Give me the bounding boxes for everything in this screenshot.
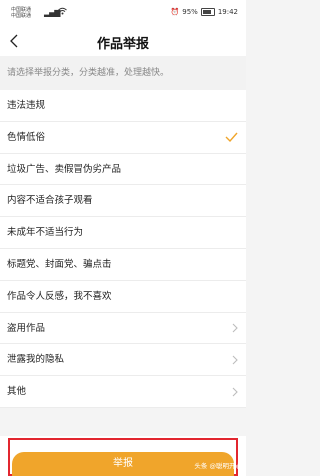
- reason-item[interactable]: 泄露我的隐私: [0, 344, 246, 377]
- reason-label: 违法违规: [7, 100, 46, 111]
- reason-item[interactable]: 内容不适合孩子观看: [0, 185, 246, 218]
- reason-item[interactable]: 违法违规: [0, 90, 246, 122]
- reason-label: 作品令人反感，我不喜欢: [7, 290, 112, 302]
- reason-label: 内容不适合孩子观看: [7, 195, 93, 207]
- reason-label: 垃圾广告、卖假冒伪劣产品: [7, 163, 122, 175]
- nav-bar: 作品举报: [0, 26, 246, 56]
- reason-item[interactable]: 未成年不适当行为: [0, 217, 246, 249]
- reason-item[interactable]: 其他: [0, 376, 246, 408]
- reason-label: 未成年不适当行为: [7, 227, 84, 239]
- reason-label: 色情低俗: [7, 131, 46, 143]
- report-reason-list: 违法违规色情低俗垃圾广告、卖假冒伪劣产品 内容不适合孩子观看 未成年不适当行为标题党…: [0, 90, 246, 408]
- reason-item[interactable]: 垃圾广告、卖假冒伪劣产品: [0, 154, 246, 186]
- status-right: ⏰ 95% 19:42: [171, 8, 238, 16]
- watermark: 头条 @聪明开心: [194, 462, 242, 470]
- reason-label: 泄露我的隐私: [7, 354, 65, 366]
- reason-item[interactable]: 色情低俗: [0, 122, 246, 154]
- carrier-info: 中国联通 中国联通: [11, 7, 31, 19]
- reason-label: 其他: [7, 386, 27, 398]
- reason-item[interactable]: 作品令人反感，我不喜欢: [0, 281, 246, 313]
- page-title: 作品举报: [96, 37, 149, 52]
- checkmark-icon: [225, 122, 238, 153]
- reason-item[interactable]: 盗用作品: [0, 313, 246, 345]
- reason-item[interactable]: 标题党、封面党、骗点击: [0, 249, 246, 281]
- reason-label: 标题党、封面党、骗点击: [7, 258, 112, 270]
- chevron-right-icon: [232, 376, 238, 407]
- clock: 19:42: [217, 8, 238, 16]
- wifi-icon: [58, 7, 67, 17]
- chevron-right-icon: [232, 344, 238, 375]
- reason-label: 盗用作品: [7, 322, 46, 334]
- carrier-2: 中国联通: [11, 13, 32, 19]
- alarm-icon: ⏰: [170, 8, 180, 16]
- battery-level: 95%: [182, 8, 198, 16]
- status-bar: 中国联通 中国联通 ▂▄▆ ⏰ 95% 19:42: [0, 0, 246, 26]
- category-hint: 请选择举报分类，分类越准，处理越快。: [0, 56, 246, 90]
- battery-icon: [200, 8, 215, 16]
- chevron-right-icon: [232, 313, 238, 344]
